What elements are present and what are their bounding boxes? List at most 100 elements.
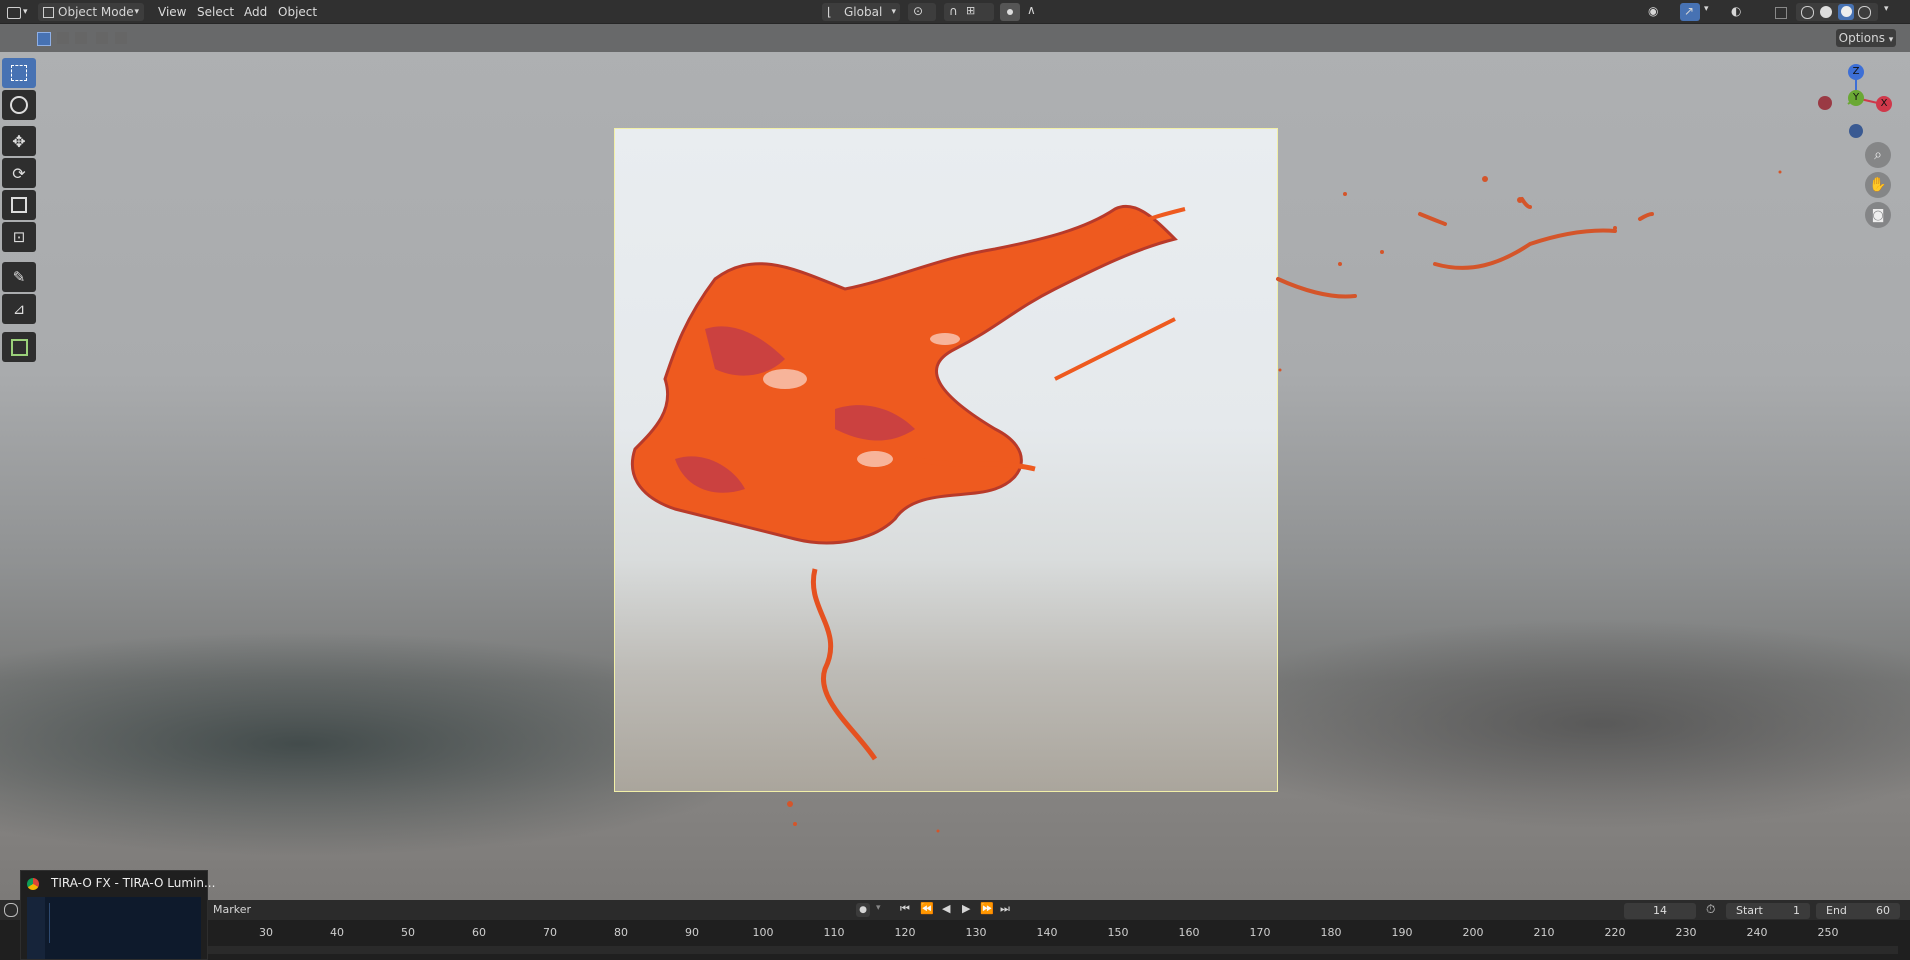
fluid-splash-render: [630, 204, 1186, 761]
pan-button[interactable]: ✋: [1865, 172, 1891, 198]
keyframe-record-button[interactable]: ●: [856, 903, 870, 917]
ruler-tick: 170: [1249, 926, 1271, 939]
select-new-icon[interactable]: [37, 32, 51, 46]
start-frame-field[interactable]: Start 1: [1726, 903, 1810, 919]
tool-cursor[interactable]: [2, 90, 36, 120]
annotate-icon: ✎: [12, 268, 26, 286]
preview-range-icon[interactable]: ⏱: [1706, 902, 1715, 917]
gizmo-toggle[interactable]: ↗: [1680, 3, 1700, 21]
end-label: End: [1826, 904, 1847, 917]
ruler-tick: 250: [1817, 926, 1839, 939]
material-sphere-icon: [1841, 6, 1852, 17]
tool-select-box[interactable]: [2, 58, 36, 88]
axis-x-handle[interactable]: X: [1876, 96, 1892, 112]
editor-type-menu[interactable]: ▾: [4, 3, 28, 21]
thumbnail-content: [49, 903, 90, 943]
jump-to-end-icon[interactable]: ⏭: [1000, 902, 1010, 916]
magnet-icon: ∩: [949, 4, 958, 18]
snap-toggle[interactable]: ∩ ⊞: [944, 3, 994, 21]
jump-to-prev-keyframe-icon[interactable]: ⏪: [920, 902, 934, 915]
rotate-icon: ⟳: [12, 163, 26, 183]
end-value: 60: [1876, 904, 1890, 917]
solid-shading-icon[interactable]: [1820, 6, 1832, 18]
ruler-tick: 230: [1675, 926, 1697, 939]
axis-y-label: Y: [1852, 92, 1860, 103]
zoom-icon: ⌕: [1874, 147, 1882, 163]
axis-neg-z-handle[interactable]: [1849, 124, 1863, 138]
end-frame-field[interactable]: End 60: [1816, 903, 1900, 919]
shading-modes: [1796, 3, 1878, 21]
ruler-tick: 190: [1391, 926, 1413, 939]
overlays-toggle[interactable]: ◐: [1728, 3, 1748, 21]
axis-x-label: X: [1880, 98, 1888, 109]
chevron-down-icon: ▾: [134, 7, 139, 17]
pivot-point-dropdown[interactable]: ⊙: [908, 3, 936, 21]
chevron-down-icon: ▾: [1884, 4, 1889, 14]
gizmo-icon: ↗: [1684, 4, 1695, 18]
tool-transform[interactable]: ⊡: [2, 222, 36, 252]
rendered-shading-icon[interactable]: [1858, 6, 1871, 19]
axis-z-handle[interactable]: Z: [1848, 64, 1864, 80]
menu-object[interactable]: Object: [278, 3, 317, 21]
timeline-editor-icon[interactable]: [4, 903, 18, 917]
3d-viewport[interactable]: Options ▾ ✥ ⟳ ⊡ ✎ ⊿ Z X Y ⌕ ✋ ◙: [0, 24, 1910, 900]
menu-view[interactable]: View: [158, 3, 186, 21]
marker-menu[interactable]: Marker: [213, 903, 251, 916]
zoom-button[interactable]: ⌕: [1865, 142, 1891, 168]
select-subtract-icon[interactable]: [75, 32, 87, 44]
camera-icon: ◙: [1871, 207, 1885, 223]
select-box-icon: [11, 65, 27, 81]
menu-add[interactable]: Add: [244, 3, 267, 21]
tool-add-cube[interactable]: [2, 332, 36, 362]
falloff-dropdown[interactable]: ∧: [1024, 3, 1048, 21]
orientation-icon: ⌊: [827, 5, 832, 19]
select-invert-icon[interactable]: [96, 32, 108, 44]
ruler-tick: 40: [330, 926, 344, 939]
timeline-ruler[interactable]: 30 40 50 60 70 80 90 100 110 120 130 140…: [0, 920, 1910, 960]
tool-annotate[interactable]: ✎: [2, 262, 36, 292]
tool-move[interactable]: ✥: [2, 126, 36, 156]
shading-dropdown[interactable]: ▾: [1882, 3, 1896, 21]
tool-rotate[interactable]: ⟳: [2, 158, 36, 188]
camera-view-button[interactable]: ◙: [1865, 202, 1891, 228]
jump-to-start-icon[interactable]: ⏮: [900, 902, 910, 916]
ruler-tick: 30: [259, 926, 273, 939]
mode-dropdown[interactable]: Object Mode ▾: [38, 3, 144, 21]
start-label: Start: [1736, 904, 1763, 917]
visibility-dropdown[interactable]: ◉: [1646, 3, 1674, 21]
pivot-icon: ⊙: [913, 4, 924, 18]
play-icon[interactable]: ▶: [962, 902, 970, 915]
start-value: 1: [1793, 904, 1800, 917]
play-reverse-icon[interactable]: ◀: [942, 902, 950, 915]
tool-scale[interactable]: [2, 190, 36, 220]
proportional-edit-toggle[interactable]: [1000, 3, 1020, 21]
xray-toggle[interactable]: [1772, 3, 1790, 21]
scale-icon: [11, 197, 27, 213]
current-frame-field[interactable]: 14: [1624, 903, 1696, 919]
options-dropdown[interactable]: Options ▾: [1836, 29, 1896, 47]
jump-to-next-keyframe-icon[interactable]: ⏩: [980, 902, 994, 915]
ruler-tick: 200: [1462, 926, 1484, 939]
overlays-icon: ◐: [1731, 4, 1742, 18]
axis-y-handle[interactable]: Y: [1848, 90, 1864, 106]
select-extend-icon[interactable]: [57, 32, 69, 44]
eye-icon: ◉: [1648, 4, 1659, 18]
ruler-tick: 130: [965, 926, 987, 939]
gizmo-dropdown[interactable]: ▾: [1702, 3, 1716, 21]
wireframe-shading-icon[interactable]: [1801, 6, 1814, 19]
proportional-edit-icon: [1007, 9, 1013, 15]
tool-measure[interactable]: ⊿: [2, 294, 36, 324]
axis-neg-x-handle[interactable]: [1818, 96, 1832, 110]
select-intersect-icon[interactable]: [115, 32, 127, 44]
snap-target-icon: ⊞: [966, 4, 976, 17]
camera-frame: [614, 128, 1278, 792]
chevron-down-icon: ▾: [891, 7, 896, 17]
current-frame-value: 14: [1653, 904, 1667, 917]
timeline-editor: Marker ● ▾ ⏮ ⏪ ◀ ▶ ⏩ ⏭ 14 ⏱ Start 1 End …: [0, 900, 1910, 960]
ruler-tick: 120: [894, 926, 916, 939]
transform-orientation-dropdown[interactable]: ⌊ Global ▾: [822, 3, 900, 21]
popup-title: TIRA-O FX - TIRA-O Lumin...: [51, 876, 216, 890]
move-icon: ✥: [12, 131, 26, 151]
menu-select[interactable]: Select: [197, 3, 234, 21]
taskbar-window-preview[interactable]: TIRA-O FX - TIRA-O Lumin...: [20, 870, 215, 960]
